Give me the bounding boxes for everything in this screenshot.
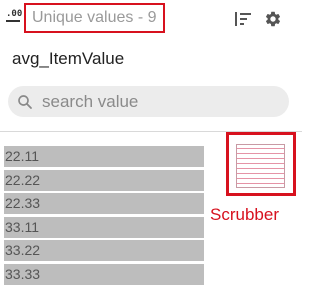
scrubber[interactable] [236, 144, 285, 188]
field-name-title: avg_ItemValue [12, 49, 125, 68]
list-item[interactable]: 33.11 [4, 216, 204, 238]
field-filter-panel: .00 Unique values - 9 avg_ItemValue 22.1… [0, 0, 302, 306]
list-item[interactable]: 33.22 [4, 240, 204, 261]
numeric-type-icon: .00 [6, 10, 22, 22]
list-item[interactable]: 33.33 [4, 263, 204, 285]
search-icon [18, 94, 32, 109]
value-list[interactable]: 22.11 22.22 22.33 33.11 33.22 33.33 [4, 146, 204, 306]
list-item[interactable]: 22.22 [4, 169, 204, 191]
scrubber-label: Scrubber [210, 205, 279, 224]
list-item[interactable]: 22.11 [4, 146, 204, 167]
unique-values-highlight: Unique values - 9 [24, 3, 165, 33]
unique-values-count: Unique values - 9 [32, 9, 157, 26]
list-item[interactable]: 22.33 [4, 193, 204, 214]
gear-icon[interactable] [264, 10, 282, 28]
search-bar[interactable] [8, 86, 289, 117]
numeric-type-icon-text: .00 [6, 9, 23, 19]
sort-icon[interactable] [234, 10, 252, 28]
search-input[interactable] [42, 91, 272, 112]
